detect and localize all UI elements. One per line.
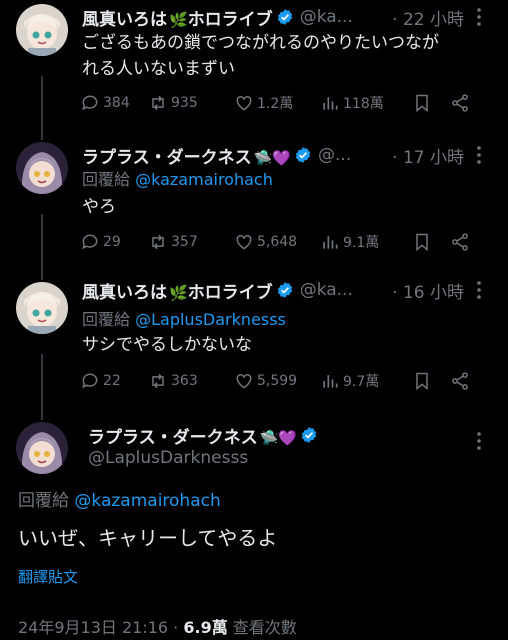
verified-badge-icon: [301, 427, 317, 443]
handle[interactable]: @ka...: [300, 7, 353, 27]
retweet-button[interactable]: 935: [148, 93, 234, 113]
handle[interactable]: @ka...: [300, 280, 353, 300]
tweet-text: いいぜ、キャリーしてやるよ: [18, 526, 278, 550]
avatar[interactable]: [16, 4, 68, 56]
views-button[interactable]: 9.1萬: [320, 232, 412, 252]
leaf-emoji: 🌿: [169, 10, 188, 29]
action-bar: 384 935 1.2萬 118萬: [80, 90, 484, 116]
tweet[interactable]: ラプラス・ダークネス 🛸💜 @... · 17 小時 回覆給 @kazamairo…: [0, 138, 508, 272]
reply-button[interactable]: 22: [80, 371, 148, 391]
views-button[interactable]: 118萬: [320, 93, 412, 113]
reply-to-line: 回覆給 @kazamairohach: [18, 491, 221, 511]
verified-badge-icon: [277, 9, 292, 25]
post-date[interactable]: 24年9月13日 21:16 ·: [18, 618, 183, 637]
avatar[interactable]: [16, 422, 68, 474]
leaf-emoji: 🌿: [169, 283, 188, 302]
display-name[interactable]: 風真いろは 🌿ホロライブ: [82, 5, 273, 30]
avatar[interactable]: [16, 142, 68, 194]
share-icon: [452, 94, 468, 112]
share-icon: [452, 233, 468, 251]
tweet-meta: 24年9月13日 21:16 · 6.9萬 查看次數: [18, 614, 297, 638]
heart-icon: [236, 95, 252, 111]
bookmark-icon: [416, 372, 428, 391]
bookmark-button[interactable]: [412, 93, 450, 113]
retweet-icon: [152, 373, 164, 389]
tweet-header: 風真いろは 🌿ホロライブ @ka... · 22 小時: [82, 4, 490, 30]
like-button[interactable]: 5,599: [234, 371, 320, 391]
retweet-icon: [152, 234, 164, 250]
bookmark-button[interactable]: [412, 371, 450, 391]
more-icon[interactable]: [468, 6, 490, 28]
reply-to-line: 回覆給 @LaplusDarknesss: [82, 310, 286, 329]
tweet-header: ラプラス・ダークネス 🛸💜 @... · 17 小時: [82, 142, 490, 168]
handle[interactable]: @...: [318, 145, 351, 165]
views-chart-icon: [323, 236, 338, 249]
focal-handle[interactable]: @LaplusDarknesss: [88, 448, 248, 468]
mention-link[interactable]: @kazamairohach: [74, 491, 220, 511]
views-label: 查看次數: [227, 618, 297, 637]
tweet-header: 風真いろは 🌿ホロライブ @ka... · 16 小時: [82, 277, 490, 303]
avatar[interactable]: [16, 282, 68, 334]
mention-link[interactable]: @LaplusDarknesss: [135, 310, 286, 329]
tweet-header: ラプラス・ダークネス 🛸💜: [88, 422, 490, 450]
retweet-button[interactable]: 357: [148, 232, 234, 252]
bookmark-button[interactable]: [412, 232, 450, 252]
retweet-icon: [152, 95, 164, 111]
tweet-text: サシでやるしかないな: [82, 335, 252, 355]
ufo-heart-emoji: 🛸💜: [253, 148, 292, 167]
reply-button[interactable]: 29: [80, 232, 148, 252]
share-icon: [452, 372, 468, 390]
bookmark-icon: [416, 233, 428, 252]
views-count: 6.9萬: [183, 618, 228, 637]
retweet-button[interactable]: 363: [148, 371, 234, 391]
mention-link[interactable]: @kazamairohach: [135, 170, 273, 189]
heart-icon: [236, 373, 252, 389]
bookmark-icon: [416, 94, 428, 113]
heart-icon: [236, 234, 252, 250]
verified-badge-icon: [295, 147, 311, 163]
reply-icon: [82, 234, 98, 250]
more-icon[interactable]: [468, 144, 490, 166]
share-button[interactable]: [450, 232, 476, 252]
translate-link[interactable]: 翻譯貼文: [18, 566, 78, 587]
display-name[interactable]: ラプラス・ダークネス 🛸💜: [88, 423, 297, 448]
action-bar: 22 363 5,599 9.7萬: [80, 368, 484, 394]
share-button[interactable]: [450, 371, 476, 391]
tweet[interactable]: 風真いろは 🌿ホロライブ @ka... · 16 小時 回覆給 @LaplusDa…: [0, 278, 508, 412]
more-icon[interactable]: [468, 430, 490, 452]
reply-icon: [82, 95, 98, 111]
reply-icon: [82, 373, 98, 389]
verified-badge-icon: [277, 282, 292, 298]
action-bar: 29 357 5,648 9.1萬: [80, 229, 484, 255]
views-chart-icon: [323, 97, 338, 110]
reply-button[interactable]: 384: [80, 93, 148, 113]
like-button[interactable]: 1.2萬: [234, 93, 320, 113]
views-chart-icon: [323, 375, 338, 388]
like-button[interactable]: 5,648: [234, 232, 320, 252]
tweet[interactable]: 風真いろは 🌿ホロライブ @ka... · 22 小時 ござるもあの鎖でつながれる…: [0, 0, 508, 130]
share-button[interactable]: [450, 93, 476, 113]
reply-to-line: 回覆給 @kazamairohach: [82, 170, 273, 189]
views-button[interactable]: 9.7萬: [320, 371, 412, 391]
display-name[interactable]: ラプラス・ダークネス 🛸💜: [82, 143, 291, 168]
more-icon[interactable]: [468, 279, 490, 301]
ufo-heart-emoji: 🛸💜: [259, 428, 298, 447]
tweet-text: ござるもあの鎖でつながれるのやりたいつなが れる人いないまずい: [82, 33, 439, 79]
display-name[interactable]: 風真いろは 🌿ホロライブ: [82, 278, 273, 303]
tweet-text: やろ: [82, 197, 116, 217]
